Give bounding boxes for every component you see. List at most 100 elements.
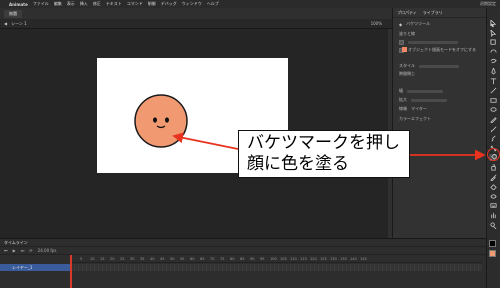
mac-menubar: Animate ファイル 編集 表示 挿入 修正 テキスト コマンド 制御 デバ… [0,0,500,8]
frame-number: 55 [180,256,185,261]
free-transform-icon[interactable] [489,39,497,46]
fill-color-swatch-toolbar[interactable] [489,250,496,257]
frame-number: 75 [220,256,225,261]
frame-number: 70 [210,256,215,261]
menu-debug[interactable]: デバッグ [161,1,177,7]
layer-name[interactable]: レイヤー_1 [12,265,32,271]
camera-icon[interactable] [489,202,497,209]
timeline-title[interactable]: タイムライン [4,240,28,246]
menu-edit[interactable]: 編集 [54,1,62,7]
scene-label[interactable]: シーン 1 [11,21,27,27]
menu-help[interactable]: ヘルプ [207,1,219,7]
pencil-icon[interactable] [489,116,497,123]
frame-number: 90 [250,256,255,261]
object-draw-label: オブジェクト描画モードをオフにする [408,47,477,52]
frame-number: 110 [290,256,297,261]
loop-icon[interactable]: ⟳ [29,248,32,253]
frame-number: 35 [140,256,145,261]
menu-view[interactable]: 表示 [67,1,75,7]
stroke-color-swatch[interactable] [399,39,404,45]
miter-label: マイター [411,106,427,111]
fps-readout[interactable]: 24.00 fps [38,248,57,253]
frame-number: 145 [360,256,367,261]
frame-number: 140 [350,256,357,261]
subselection-icon[interactable] [489,29,497,37]
rewind-icon[interactable]: ⏮ [4,248,8,253]
frame-number: 80 [230,256,235,261]
ink-bottle-icon[interactable] [489,164,497,171]
instruction-callout: バケツマークを押し 顔に色を塗る [238,130,410,178]
scale-dropdown[interactable] [411,98,447,102]
pen-icon[interactable] [489,68,497,75]
3d-rotation-icon[interactable] [489,49,497,56]
frame-number: 105 [280,256,287,261]
layer-row[interactable]: レイヤー_1 [0,264,70,271]
document-tabbar: 無題 [0,8,392,19]
face-circle [134,94,188,148]
frame-number: 100 [270,256,277,261]
scene-bar: ◀ シーン 1 100% [0,19,392,29]
left-eye [153,117,157,123]
width-label: 幅 [399,88,403,93]
brush-icon[interactable] [489,126,497,133]
frame-number: 10 [90,256,95,261]
forward-icon[interactable]: ⏭ [21,248,25,253]
frame-number: 5 [80,256,83,261]
tool-title: バケツツール [406,21,431,26]
tab-properties[interactable]: プロパティ [397,10,417,16]
app-menu[interactable]: Animate [9,2,28,7]
zoom-level[interactable]: 100% [371,21,382,26]
width-slider[interactable] [407,89,443,93]
eraser-icon[interactable] [489,183,497,191]
workspace-label[interactable]: 初期設定 [480,1,496,7]
fill-color-swatch[interactable] [402,47,407,52]
callout-line-2: 顔に色を塗る [247,154,349,174]
line-icon[interactable] [489,87,497,94]
oval-icon[interactable] [489,106,497,113]
document-tab[interactable]: 無題 [4,9,22,18]
play-icon[interactable]: ▶ [13,248,16,253]
scale-label: 拡大 [399,97,407,102]
menu-commands[interactable]: コマンド [127,1,143,7]
frame-number: 30 [130,256,135,261]
menu-window[interactable]: ウィンドウ [182,1,202,7]
cap-label: 線端 [399,106,407,111]
eyedropper-icon[interactable] [489,174,497,181]
width-icon[interactable] [489,193,497,200]
stroke-color-swatch-toolbar[interactable] [489,240,496,247]
section-fill-stroke[interactable]: 塗りと線 [399,31,415,37]
menu-control[interactable]: 制御 [148,1,156,7]
lasso-icon[interactable] [489,58,497,65]
selection-icon[interactable] [489,20,497,27]
callout-line-1: バケツマークを押し [247,133,400,153]
menu-insert[interactable]: 挿入 [80,1,88,7]
frame-cells[interactable] [70,264,482,271]
menu-text[interactable]: テキスト [106,1,122,7]
playhead[interactable] [70,255,72,288]
style-dropdown[interactable] [419,64,459,68]
color-effect-label[interactable]: カラーエフェクト [399,116,431,122]
menu-modify[interactable]: 修正 [93,1,101,7]
frame-ruler[interactable]: 1510152025303540455055606570758085909510… [70,255,482,263]
frame-number: 115 [300,256,307,261]
tab-library[interactable]: ライブラリ [423,10,443,16]
back-arrow-icon[interactable]: ◀ [4,21,7,26]
fill-gap-label: 隙間閉じ [399,71,415,76]
frame-number: 130 [330,256,337,261]
frame-number: 60 [190,256,195,261]
menu-file[interactable]: ファイル [33,1,49,7]
text-icon[interactable] [489,78,497,85]
properties-panel: プロパティ ライブラリ ◆ バケツツール 塗りと線 オブジェクト描画モードをオフ… [392,8,486,238]
hand-icon[interactable] [489,212,497,219]
frame-number: 15 [100,256,105,261]
style-label: スタイル [399,63,415,68]
frame-number: 65 [200,256,205,261]
frame-number: 95 [260,256,265,261]
frame-number: 85 [240,256,245,261]
stroke-slider[interactable] [408,40,458,44]
paint-brush-icon[interactable] [489,135,497,142]
zoom-icon[interactable] [489,222,497,229]
paint-bucket-highlight-circle [487,148,500,161]
frame-number: 135 [340,256,347,261]
rectangle-icon[interactable] [489,97,497,104]
